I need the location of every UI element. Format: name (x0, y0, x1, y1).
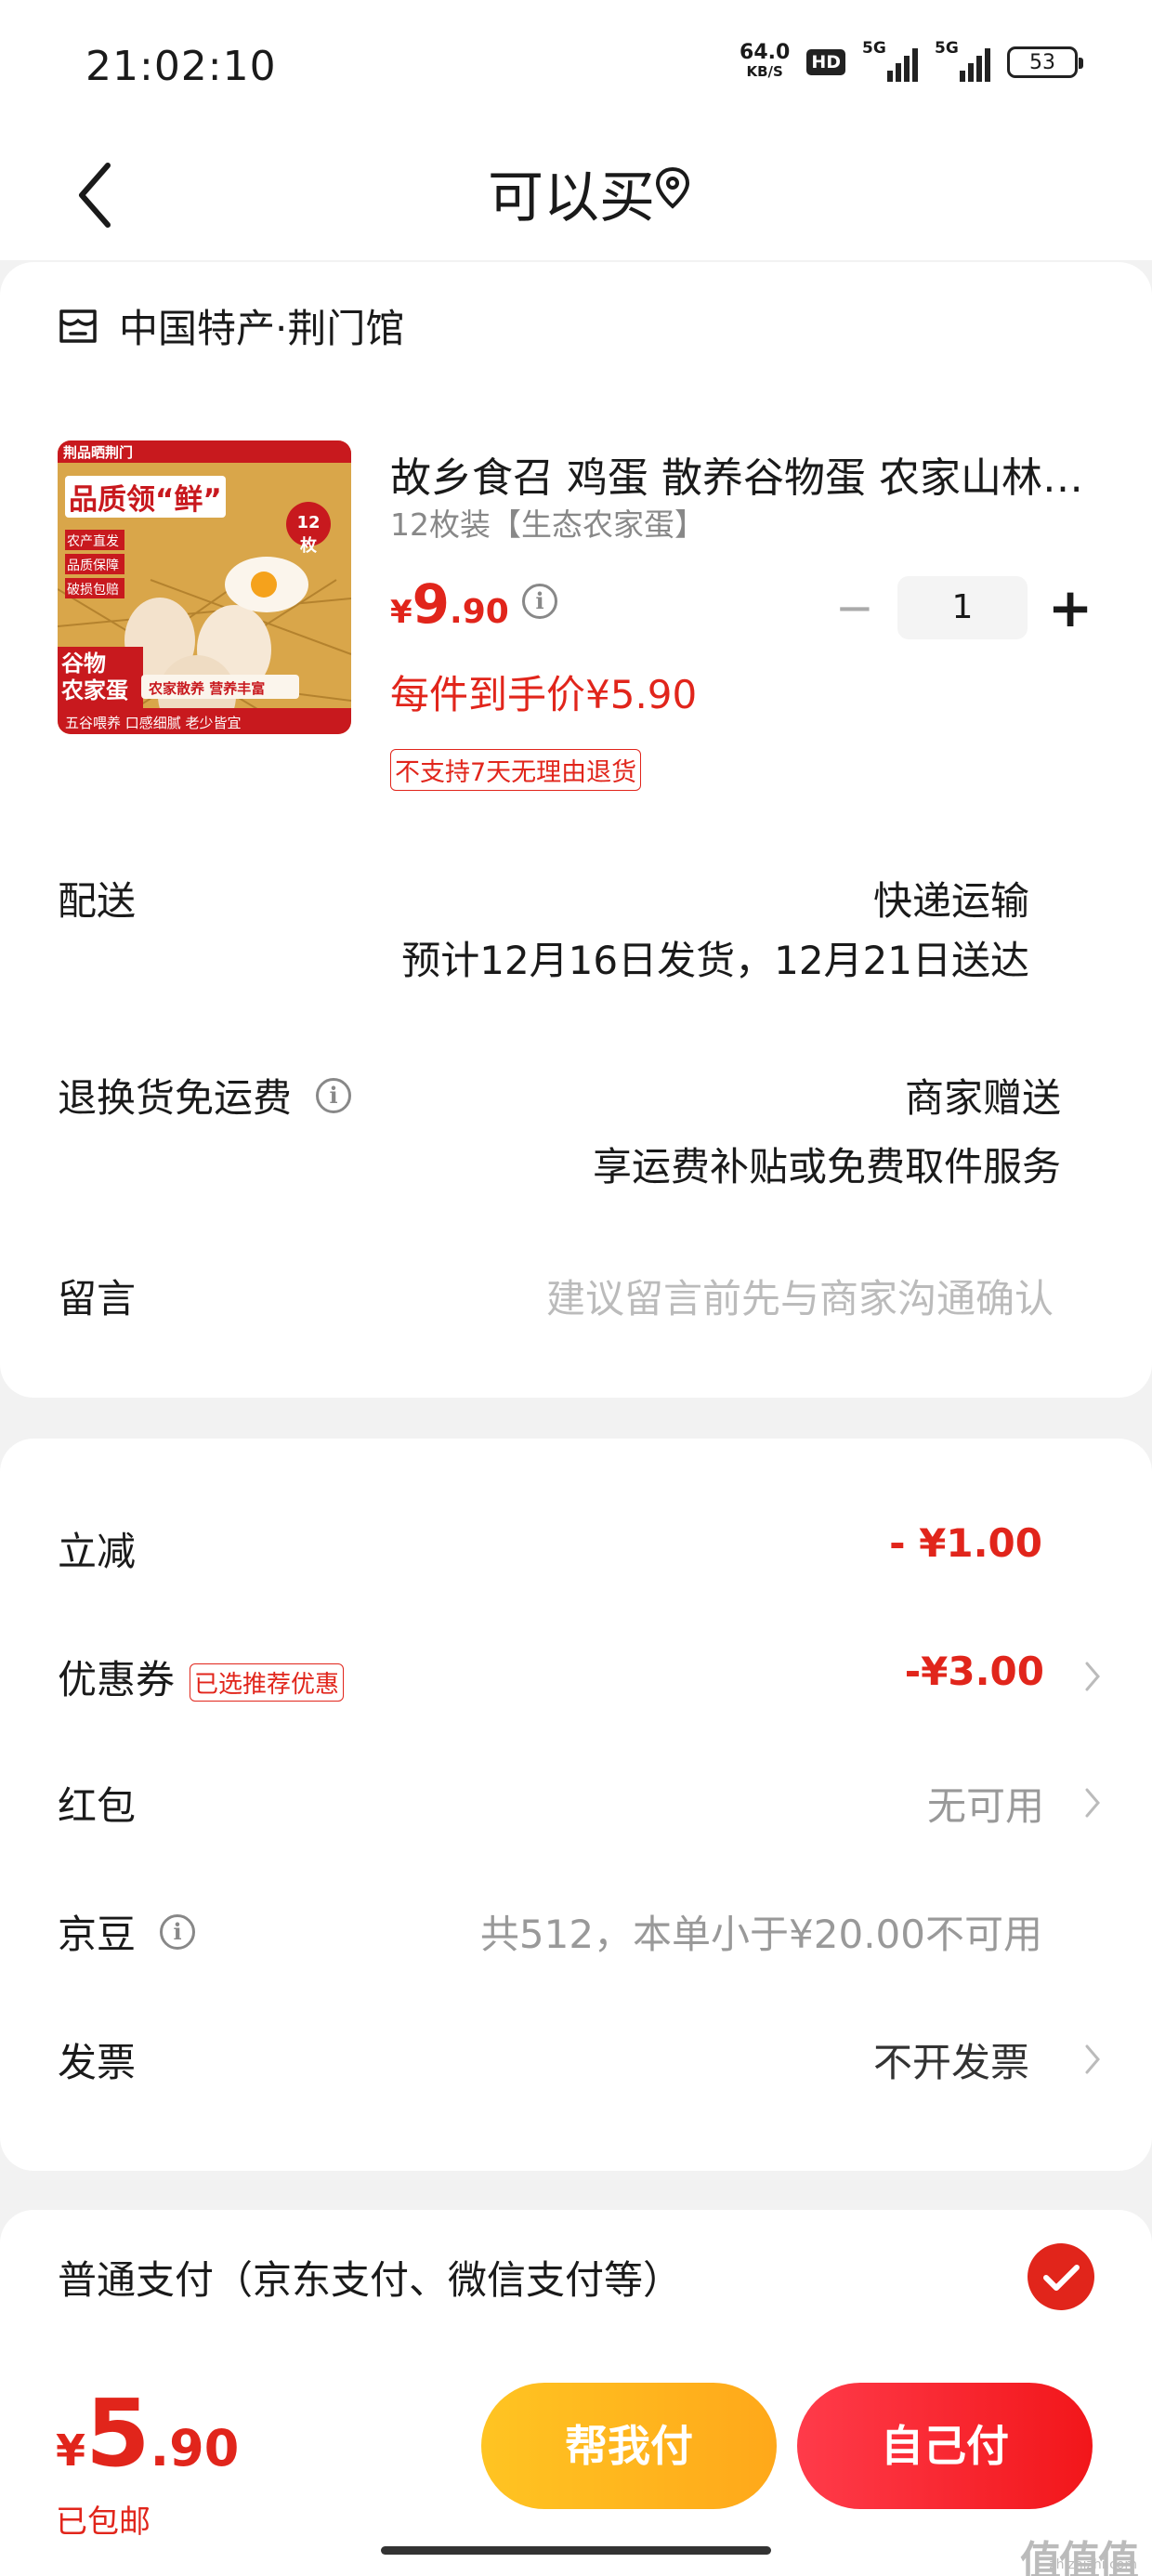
network-speed: 64.0 KB/S (740, 41, 791, 81)
store-header[interactable]: 中国特产·荆门馆 (58, 297, 404, 354)
delivery-estimate[interactable]: 预计12月16日发货，12月21日送达 (401, 929, 1029, 986)
coupon-label: 优惠券 (58, 1657, 176, 1702)
product-name[interactable]: 故乡食召 鸡蛋 散养谷物蛋 农家山林散养土鸡蛋 (390, 444, 1096, 504)
page-title: 可以买 (488, 165, 655, 230)
return-shipping-desc: 享运费补贴或免费取件服务 (592, 1144, 1061, 1189)
increase-button[interactable]: + (1042, 576, 1098, 639)
return-shipping-value: 商家赠送 (904, 1075, 1061, 1121)
payment-method-label: 普通支付（京东支付、微信支付等） (58, 2257, 683, 2303)
chevron-right-icon[interactable] (1078, 1658, 1106, 1695)
info-icon[interactable]: i (522, 584, 557, 619)
image-chips: 农家散养 营养丰富 (149, 680, 266, 697)
info-icon[interactable]: i (316, 1077, 352, 1113)
price-currency: ¥ (390, 594, 412, 631)
home-indicator[interactable] (381, 2546, 771, 2555)
jingdou-row: 京豆 i (58, 1903, 196, 1960)
discount-card: 立减 - ¥1.00 优惠券 已选推荐优惠 -¥3.00 红包 无可用 京豆 i … (0, 1439, 1152, 2171)
network-speed-unit: KB/S (746, 63, 783, 80)
info-icon[interactable]: i (160, 1913, 196, 1950)
instant-discount-label: 立减 (58, 1529, 137, 1574)
delivery-label: 配送 (58, 878, 137, 924)
product-spec: 12枚装【生态农家蛋】 (390, 506, 705, 543)
return-shipping-label: 退换货免运费 (58, 1075, 293, 1121)
return-shipping-row: 退换货免运费 i (58, 1067, 352, 1124)
no-return-badge: 不支持7天无理由退货 (390, 749, 642, 791)
coupon-value[interactable]: -¥3.00 (905, 1649, 1044, 1694)
status-bar: 21:02:10 64.0 KB/S HD 5G 5G 53 (0, 0, 1152, 130)
coupon-row[interactable]: 优惠券 已选推荐优惠 (58, 1649, 345, 1705)
store-icon (59, 309, 97, 343)
hd-voice-icon: HD (806, 49, 845, 75)
image-count-badge: 12枚 (296, 513, 321, 556)
bottom-bar: ¥ 5 .90 已包邮 帮我付 自己付 (0, 2360, 1152, 2576)
image-label-box: 谷物 农家蛋 (61, 651, 128, 703)
network-speed-value: 64.0 (740, 41, 791, 64)
watermark-domain: zhizhizhi.com (1049, 2557, 1137, 2572)
redpacket-value[interactable]: 无可用 (927, 1775, 1044, 1832)
signal-icon: 5G (862, 39, 918, 82)
hand-price: 每件到手价¥5.90 (390, 672, 698, 717)
image-footer: 五谷喂养 口感细腻 老少皆宜 (65, 715, 242, 731)
product-image[interactable]: 荆品晒荆门 品质领“鲜” 12枚 农产直发 品质保障 破损包赔 谷物 农家蛋 农… (58, 440, 351, 734)
location-pin-icon[interactable] (654, 165, 691, 212)
invoice-value[interactable]: 不开发票 (873, 2031, 1029, 2088)
free-shipping-label: 已包邮 (56, 2504, 151, 2541)
battery-icon: 53 (1007, 46, 1083, 78)
chevron-right-icon[interactable] (1078, 1784, 1106, 1821)
help-me-pay-button[interactable]: 帮我付 (481, 2383, 777, 2509)
network-type-label-2: 5G (935, 39, 959, 58)
total-decimal: .90 (150, 2419, 240, 2477)
nav-bar: 可以买 (0, 130, 1152, 260)
status-icons: 64.0 KB/S HD 5G 5G 53 (740, 39, 1083, 82)
jingdou-label: 京豆 (58, 1912, 137, 1957)
coupon-tag: 已选推荐优惠 (190, 1663, 345, 1702)
jingdou-value: 共512，本单小于¥20.00不可用 (479, 1912, 1042, 1957)
checkmark-icon[interactable] (1028, 2243, 1094, 2310)
message-label: 留言 (58, 1276, 137, 1321)
image-brand-strip: 荆品晒荆门 (63, 444, 134, 461)
invoice-label: 发票 (58, 2040, 137, 2085)
store-name: 中国特产·荆门馆 (119, 306, 405, 351)
image-headline: 品质领“鲜” (65, 476, 226, 518)
total-integer: 5 (85, 2379, 151, 2488)
quantity-value[interactable]: 1 (897, 576, 1028, 639)
chevron-right-icon[interactable] (1078, 2041, 1106, 2078)
image-tag: 破损包赔 (67, 583, 119, 598)
pay-myself-button[interactable]: 自己付 (797, 2383, 1093, 2509)
order-card: 中国特产·荆门馆 荆品晒荆门 品质领“鲜” 12枚 农产直发 品质保障 破损包赔… (0, 262, 1152, 1398)
total-price: ¥ 5 .90 (56, 2379, 239, 2488)
delivery-method[interactable]: 快递运输 (873, 870, 1029, 927)
price-decimal: .90 (450, 593, 509, 631)
decrease-button[interactable]: − (827, 581, 883, 635)
image-tag: 品质保障 (67, 559, 119, 573)
message-input[interactable]: 建议留言前先与商家沟通确认 (546, 1268, 1054, 1324)
instant-discount-value: - ¥1.00 (889, 1520, 1042, 1566)
network-type-label: 5G (862, 39, 886, 58)
image-tag: 农产直发 (67, 534, 119, 549)
quantity-stepper: − 1 + (827, 576, 1098, 639)
price-integer: 9 (412, 572, 451, 636)
redpacket-label: 红包 (58, 1783, 137, 1829)
signal-icon-2: 5G (935, 39, 990, 82)
total-currency: ¥ (56, 2425, 86, 2476)
product-price: ¥ 9 .90 (390, 572, 509, 636)
status-time: 21:02:10 (85, 43, 277, 90)
